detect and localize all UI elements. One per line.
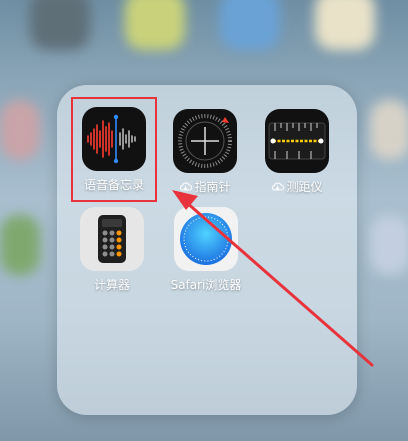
annotation-arrow	[172, 190, 374, 367]
